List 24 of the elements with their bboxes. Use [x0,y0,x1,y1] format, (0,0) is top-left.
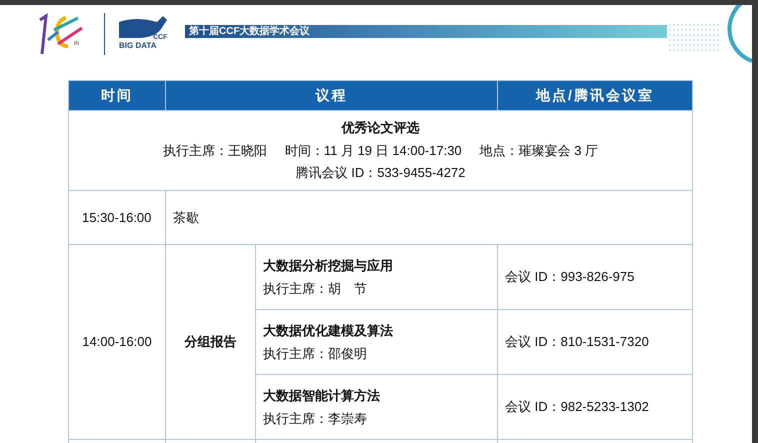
meeting-id: 会议 ID：810-1531-7320 [505,334,649,350]
meeting-id: 腾讯会议 ID：533-9455-4272 [296,164,466,182]
column-header: 议程 [166,80,498,110]
dot-pattern [668,23,720,53]
session-title: 优秀论文评选 [342,119,420,138]
session-detail: 地点：璀璨宴会 3 厅 [480,142,598,160]
banner-title: 第十届CCF大数据学术会议 [189,24,310,38]
session-detail: 时间：11 月 19 日 14:00-17:30 [284,142,462,160]
session-detail: 执行主席：王晓阳 [162,142,267,160]
column-header: 时间 [68,80,166,110]
agenda-cell: 分组报告 [184,334,236,350]
time-cell: 15:30-16:00 [82,210,152,225]
agenda-cell: 茶歇 [173,210,199,225]
session-title: 大数据分析挖掘与应用 [263,256,394,274]
meeting-id: 会议 ID：982-5233-1302 [505,399,649,414]
session-title: 大数据智能计算方法 [263,386,381,404]
session-chair: 执行主席：邵俊明 [263,345,368,363]
session-chair: 执行主席：胡 节 [263,280,368,298]
session-title: 大数据优化建模及算法 [263,322,394,340]
time-cell: 14:00-16:00 [82,334,152,350]
logo-name-text: BIG DATA [119,42,156,50]
meeting-id: 会议 ID：993-826-975 [505,269,634,284]
column-header: 地点/腾讯会议室 [498,80,692,110]
session-chair: 执行主席：李崇寿 [263,410,368,428]
